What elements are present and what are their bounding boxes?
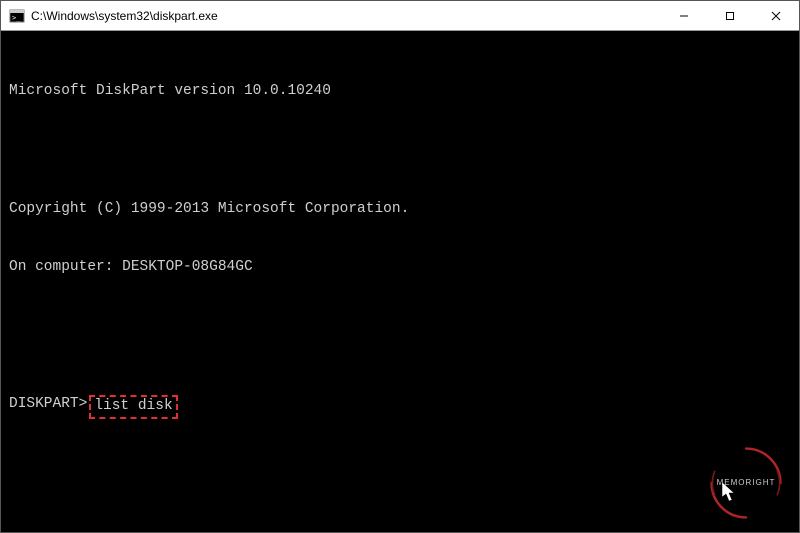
window-title: C:\Windows\system32\diskpart.exe: [31, 9, 661, 23]
titlebar[interactable]: >_ C:\Windows\system32\diskpart.exe: [1, 1, 799, 31]
terminal-area[interactable]: Microsoft DiskPart version 10.0.10240 Co…: [1, 31, 799, 532]
window-controls: [661, 1, 799, 30]
prompt: DISKPART>: [9, 395, 87, 415]
blank-line: [9, 141, 791, 161]
blank-line: [9, 477, 791, 497]
minimize-button[interactable]: [661, 1, 707, 30]
watermark-text: MEMORIGHT: [717, 478, 776, 489]
prompt-line-1: DISKPART> list disk: [9, 395, 791, 419]
close-button[interactable]: [753, 1, 799, 30]
svg-text:>_: >_: [12, 14, 21, 22]
window-frame: >_ C:\Windows\system32\diskpart.exe Micr…: [0, 0, 800, 533]
console-icon: >_: [9, 8, 25, 24]
blank-line: [9, 317, 791, 337]
computer-line: On computer: DESKTOP-08G84GC: [9, 258, 791, 278]
copyright-line: Copyright (C) 1999-2013 Microsoft Corpor…: [9, 200, 791, 220]
version-line: Microsoft DiskPart version 10.0.10240: [9, 82, 791, 102]
cmd-list-disk: list disk: [89, 395, 177, 419]
maximize-button[interactable]: [707, 1, 753, 30]
watermark-logo: MEMORIGHT: [705, 442, 787, 524]
